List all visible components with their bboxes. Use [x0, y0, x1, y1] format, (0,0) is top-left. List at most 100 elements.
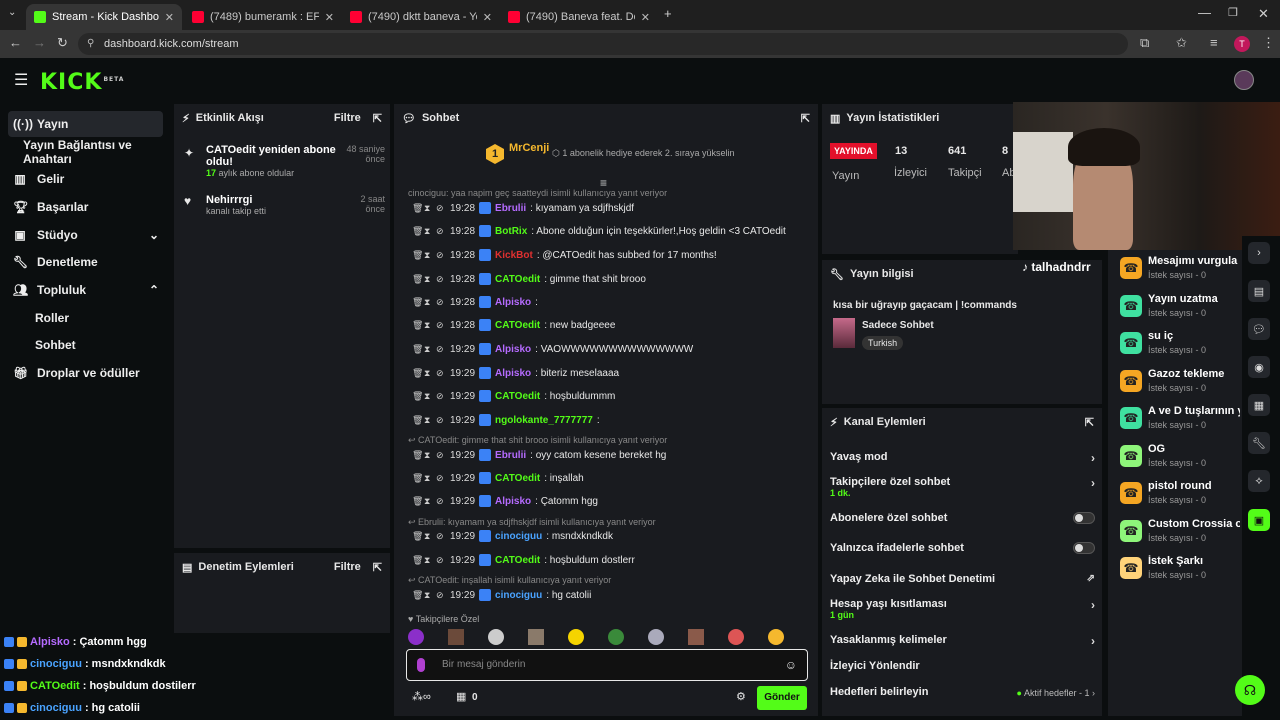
emote[interactable]	[488, 629, 504, 645]
filter-button[interactable]: Filtre	[334, 561, 361, 573]
new-tab-icon[interactable]: +	[664, 6, 672, 21]
ban-icon[interactable]: ⊘	[436, 391, 444, 402]
toolbar-broadcast-icon[interactable]: ◉	[1248, 356, 1270, 378]
address-bar[interactable]: ⚲ dashboard.kick.com/stream	[78, 33, 1128, 55]
sidebar-item-roles[interactable]: Roller	[30, 305, 160, 331]
toolbar-share-icon[interactable]: ⟡	[1248, 470, 1270, 492]
timeout-icon[interactable]: ⧗	[424, 555, 432, 566]
timeout-icon[interactable]: ⧗	[424, 450, 432, 461]
settings-gear-icon[interactable]: ⚙	[736, 690, 746, 703]
reward-item[interactable]: ☎ su iç İstek sayısı - 0	[1120, 328, 1240, 362]
ban-icon[interactable]: ⊘	[436, 274, 444, 285]
popout-icon[interactable]: ⇱	[1085, 416, 1094, 429]
reward-item[interactable]: ☎ pistol round İstek sayısı - 0	[1120, 478, 1240, 512]
reward-item[interactable]: ☎ OG İstek sayısı - 0	[1120, 441, 1240, 475]
chat-username[interactable]: CATOedit	[495, 320, 540, 331]
ban-icon[interactable]: ⊘	[436, 203, 444, 214]
channel-action-item[interactable]: Yasaklanmış kelimeler ›	[830, 634, 1095, 648]
tab-youtube-3[interactable]: (7490) Baneva feat. Dolu Kadeh ✕	[500, 4, 658, 30]
timeout-icon[interactable]: ⧗	[424, 368, 432, 379]
popout-icon[interactable]: ⇱	[801, 112, 810, 125]
chat-username[interactable]: ngolokante_7777777	[495, 415, 593, 426]
timeout-icon[interactable]: ⧗	[424, 590, 432, 601]
toolbar-layout-icon[interactable]: ▦	[1248, 394, 1270, 416]
ban-icon[interactable]: ⊘	[436, 496, 444, 507]
delete-icon[interactable]: 🗑︎	[412, 368, 423, 379]
chat-username[interactable]: Alpisko	[495, 496, 531, 507]
favorites-icon[interactable]: ✩	[1176, 35, 1187, 51]
sidebar-item-revenue[interactable]: ▥ Gelir	[8, 166, 163, 192]
ban-icon[interactable]: ⊘	[436, 555, 444, 566]
profile-avatar[interactable]: T	[1234, 36, 1250, 52]
sidebar-item-stream-key[interactable]: Yayın Bağlantısı ve Anahtarı	[18, 138, 170, 166]
sidebar-item-drops[interactable]: 🎁︎ Droplar ve ödüller	[8, 360, 163, 386]
sidebar-item-community[interactable]: 👥︎ Topluluk ⌃	[8, 277, 163, 303]
kick-logo[interactable]: KICKBETA	[40, 70, 124, 95]
site-info-icon[interactable]: ⚲	[87, 33, 94, 55]
delete-icon[interactable]: 🗑︎	[412, 274, 423, 285]
tab-kick-dashboard[interactable]: Stream - Kick Dashboard ✕	[26, 4, 182, 30]
close-icon[interactable]: ✕	[165, 11, 174, 24]
delete-icon[interactable]: 🗑︎	[412, 590, 423, 601]
toolbar-clapper-icon[interactable]: ▣	[1248, 509, 1270, 531]
tab-youtube-2[interactable]: (7490) dktt baneva - YouTube ✕	[342, 4, 500, 30]
emote[interactable]	[768, 629, 784, 645]
ban-icon[interactable]: ⊘	[436, 344, 444, 355]
ban-icon[interactable]: ⊘	[436, 415, 444, 426]
channel-action-item[interactable]: Takipçilere özel sohbet 1 dk. ›	[830, 476, 1095, 498]
popout-icon[interactable]: ⇱	[373, 112, 382, 125]
reward-item[interactable]: ☎ İstek Şarkı İstek sayısı - 0	[1120, 553, 1240, 587]
timeout-icon[interactable]: ⧗	[424, 203, 432, 214]
toolbar-wrench-icon[interactable]: 🔧︎	[1248, 432, 1270, 454]
ban-icon[interactable]: ⊘	[436, 250, 444, 261]
chat-username[interactable]: Alpisko	[495, 297, 531, 308]
delete-icon[interactable]: 🗑︎	[412, 531, 423, 542]
emoji-icon[interactable]: ☺	[785, 658, 797, 672]
support-headset-icon[interactable]: ☊	[1235, 675, 1265, 705]
emote[interactable]	[408, 629, 424, 645]
ban-icon[interactable]: ⊘	[436, 590, 444, 601]
gifter-name[interactable]: MrCenji	[509, 142, 549, 154]
delete-icon[interactable]: 🗑︎	[412, 415, 423, 426]
ban-icon[interactable]: ⊘	[436, 531, 444, 542]
ban-icon[interactable]: ⊘	[436, 226, 444, 237]
sidebar-item-chat[interactable]: Sohbet	[30, 332, 160, 358]
emote[interactable]	[648, 629, 664, 645]
timeout-icon[interactable]: ⧗	[424, 473, 432, 484]
close-icon[interactable]: ✕	[483, 11, 492, 24]
reward-item[interactable]: ☎ Gazoz tekleme İstek sayısı - 0	[1120, 366, 1240, 400]
reward-item[interactable]: ☎ Yayın uzatma İstek sayısı - 0	[1120, 291, 1240, 325]
send-button[interactable]: Gönder	[757, 686, 807, 710]
delete-icon[interactable]: 🗑︎	[412, 226, 423, 237]
toolbar-document-icon[interactable]: ▤	[1248, 280, 1270, 302]
chat-username[interactable]: cinociguu	[495, 590, 542, 601]
maximize-icon[interactable]: ❐	[1228, 6, 1238, 19]
popout-icon[interactable]: ⇱	[373, 561, 382, 574]
mic-icon[interactable]	[417, 658, 425, 672]
ban-icon[interactable]: ⊘	[436, 450, 444, 461]
channel-action-item[interactable]: Yalnızca ifadelerle sohbet	[830, 542, 1095, 554]
delete-icon[interactable]: 🗑︎	[412, 250, 423, 261]
chat-username[interactable]: BotRix	[495, 226, 527, 237]
reward-item[interactable]: ☎ Mesajımı vurgula İstek sayısı - 0	[1120, 253, 1240, 287]
toolbar-chat-icon[interactable]: 💬︎	[1248, 318, 1270, 340]
timeout-icon[interactable]: ⧗	[424, 391, 432, 402]
delete-icon[interactable]: 🗑︎	[412, 297, 423, 308]
chat-username[interactable]: Ebrulii	[495, 450, 526, 461]
chat-username[interactable]: Alpisko	[495, 368, 531, 379]
timeout-icon[interactable]: ⧗	[424, 250, 432, 261]
chat-username[interactable]: CATOedit	[495, 274, 540, 285]
emote[interactable]	[688, 629, 704, 645]
hamburger-menu-icon[interactable]: ☰	[14, 70, 28, 90]
window-close-icon[interactable]: ✕	[1258, 6, 1269, 22]
toggle-switch[interactable]	[1073, 542, 1095, 554]
chat-username[interactable]: Alpisko	[495, 344, 531, 355]
chat-username[interactable]: Ebrulii	[495, 203, 526, 214]
sidebar-item-achievements[interactable]: 🏆︎ Başarılar	[8, 194, 163, 220]
delete-icon[interactable]: 🗑︎	[412, 555, 423, 566]
chat-username[interactable]: KickBot	[495, 250, 533, 261]
chat-username[interactable]: CATOedit	[495, 391, 540, 402]
close-icon[interactable]: ✕	[325, 11, 334, 24]
emote[interactable]	[608, 629, 624, 645]
delete-icon[interactable]: 🗑︎	[412, 203, 423, 214]
